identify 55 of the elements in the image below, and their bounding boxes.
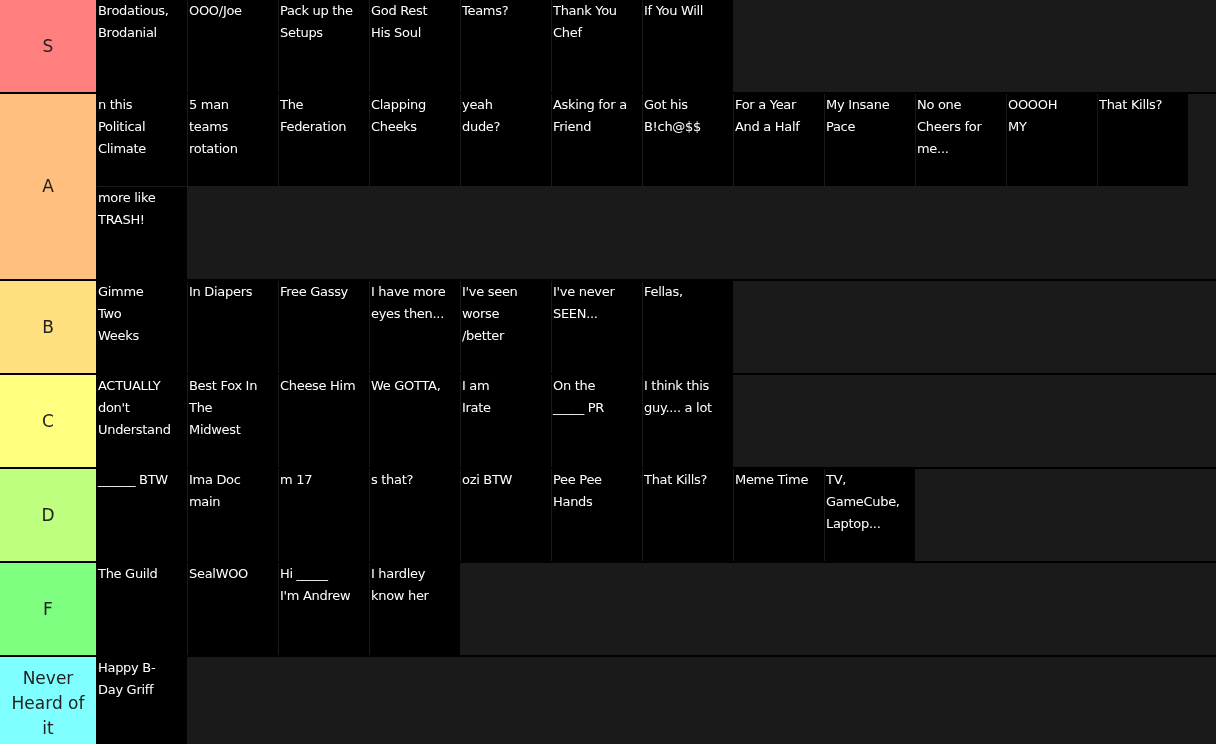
tier-item[interactable]: I've never SEEN...: [552, 281, 642, 373]
tier-item[interactable]: I hardley know her: [370, 563, 460, 655]
tier-item[interactable]: No one Cheers for me...: [916, 94, 1006, 186]
tier-item[interactable]: I have more eyes then...: [370, 281, 460, 373]
tier-item[interactable]: ACTUALLY don't Understand: [97, 375, 187, 467]
tier-item[interactable]: ______ BTW: [97, 469, 187, 561]
tier-item[interactable]: Meme Time: [734, 469, 824, 561]
tier-item[interactable]: Teams?: [461, 0, 551, 92]
tier-item[interactable]: m 17: [279, 469, 369, 561]
tier-item[interactable]: Happy B- Day Griff: [97, 657, 187, 744]
tier-item[interactable]: yeah dude?: [461, 94, 551, 186]
tier-item[interactable]: If You Will: [643, 0, 733, 92]
tier-item[interactable]: SealWOO: [188, 563, 278, 655]
tier-item[interactable]: That Kills?: [643, 469, 733, 561]
tier-item[interactable]: Brodatious, Brodanial: [97, 0, 187, 92]
tier-item[interactable]: Got his B!ch@$$: [643, 94, 733, 186]
tier-item[interactable]: I've seen worse /better: [461, 281, 551, 373]
tier-label: C: [0, 375, 96, 467]
tier-item[interactable]: In Diapers: [188, 281, 278, 373]
tier-label: S: [0, 0, 96, 92]
tier-item[interactable]: more like TRASH!: [97, 187, 187, 279]
tier-item[interactable]: 5 man teams rotation: [188, 94, 278, 186]
tier-item[interactable]: TV, GameCube, Laptop...: [825, 469, 915, 561]
tier-item[interactable]: OOO/Joe: [188, 0, 278, 92]
tier-item[interactable]: My Insane Pace: [825, 94, 915, 186]
tier-item[interactable]: I think this guy.... a lot: [643, 375, 733, 467]
tier-item[interactable]: Best Fox In The Midwest: [188, 375, 278, 467]
tier-label: Never Heard of it: [0, 657, 96, 744]
tier-item[interactable]: Ima Doc main: [188, 469, 278, 561]
tier-item[interactable]: The Guild: [97, 563, 187, 655]
tier-item[interactable]: Pack up the Setups: [279, 0, 369, 92]
tier-item[interactable]: The Federation: [279, 94, 369, 186]
tier-item[interactable]: s that?: [370, 469, 460, 561]
tier-item[interactable]: God Rest His Soul: [370, 0, 460, 92]
tier-item[interactable]: OOOOH MY: [1007, 94, 1097, 186]
tier-item[interactable]: On the _____ PR: [552, 375, 642, 467]
tier-item[interactable]: Pee Pee Hands: [552, 469, 642, 561]
tier-item[interactable]: Cheese Him: [279, 375, 369, 467]
tier-item[interactable]: We GOTTA,: [370, 375, 460, 467]
tier-item[interactable]: Free Gassy: [279, 281, 369, 373]
tier-item[interactable]: Clapping Cheeks: [370, 94, 460, 186]
tier-label: A: [0, 94, 96, 279]
tier-item[interactable]: Thank You Chef: [552, 0, 642, 92]
tier-label: D: [0, 469, 96, 561]
tier-item[interactable]: I am Irate: [461, 375, 551, 467]
tier-item[interactable]: Asking for a Friend: [552, 94, 642, 186]
tier-item[interactable]: That Kills?: [1098, 94, 1188, 186]
tier-item[interactable]: For a Year And a Half: [734, 94, 824, 186]
tier-label: B: [0, 281, 96, 373]
tier-item[interactable]: Gimme Two Weeks: [97, 281, 187, 373]
tier-item[interactable]: n this Political Climate: [97, 94, 187, 186]
tier-label: F: [0, 563, 96, 655]
tier-item[interactable]: ozi BTW: [461, 469, 551, 561]
tier-item[interactable]: Hi _____ I'm Andrew: [279, 563, 369, 655]
tier-item[interactable]: Fellas,: [643, 281, 733, 373]
